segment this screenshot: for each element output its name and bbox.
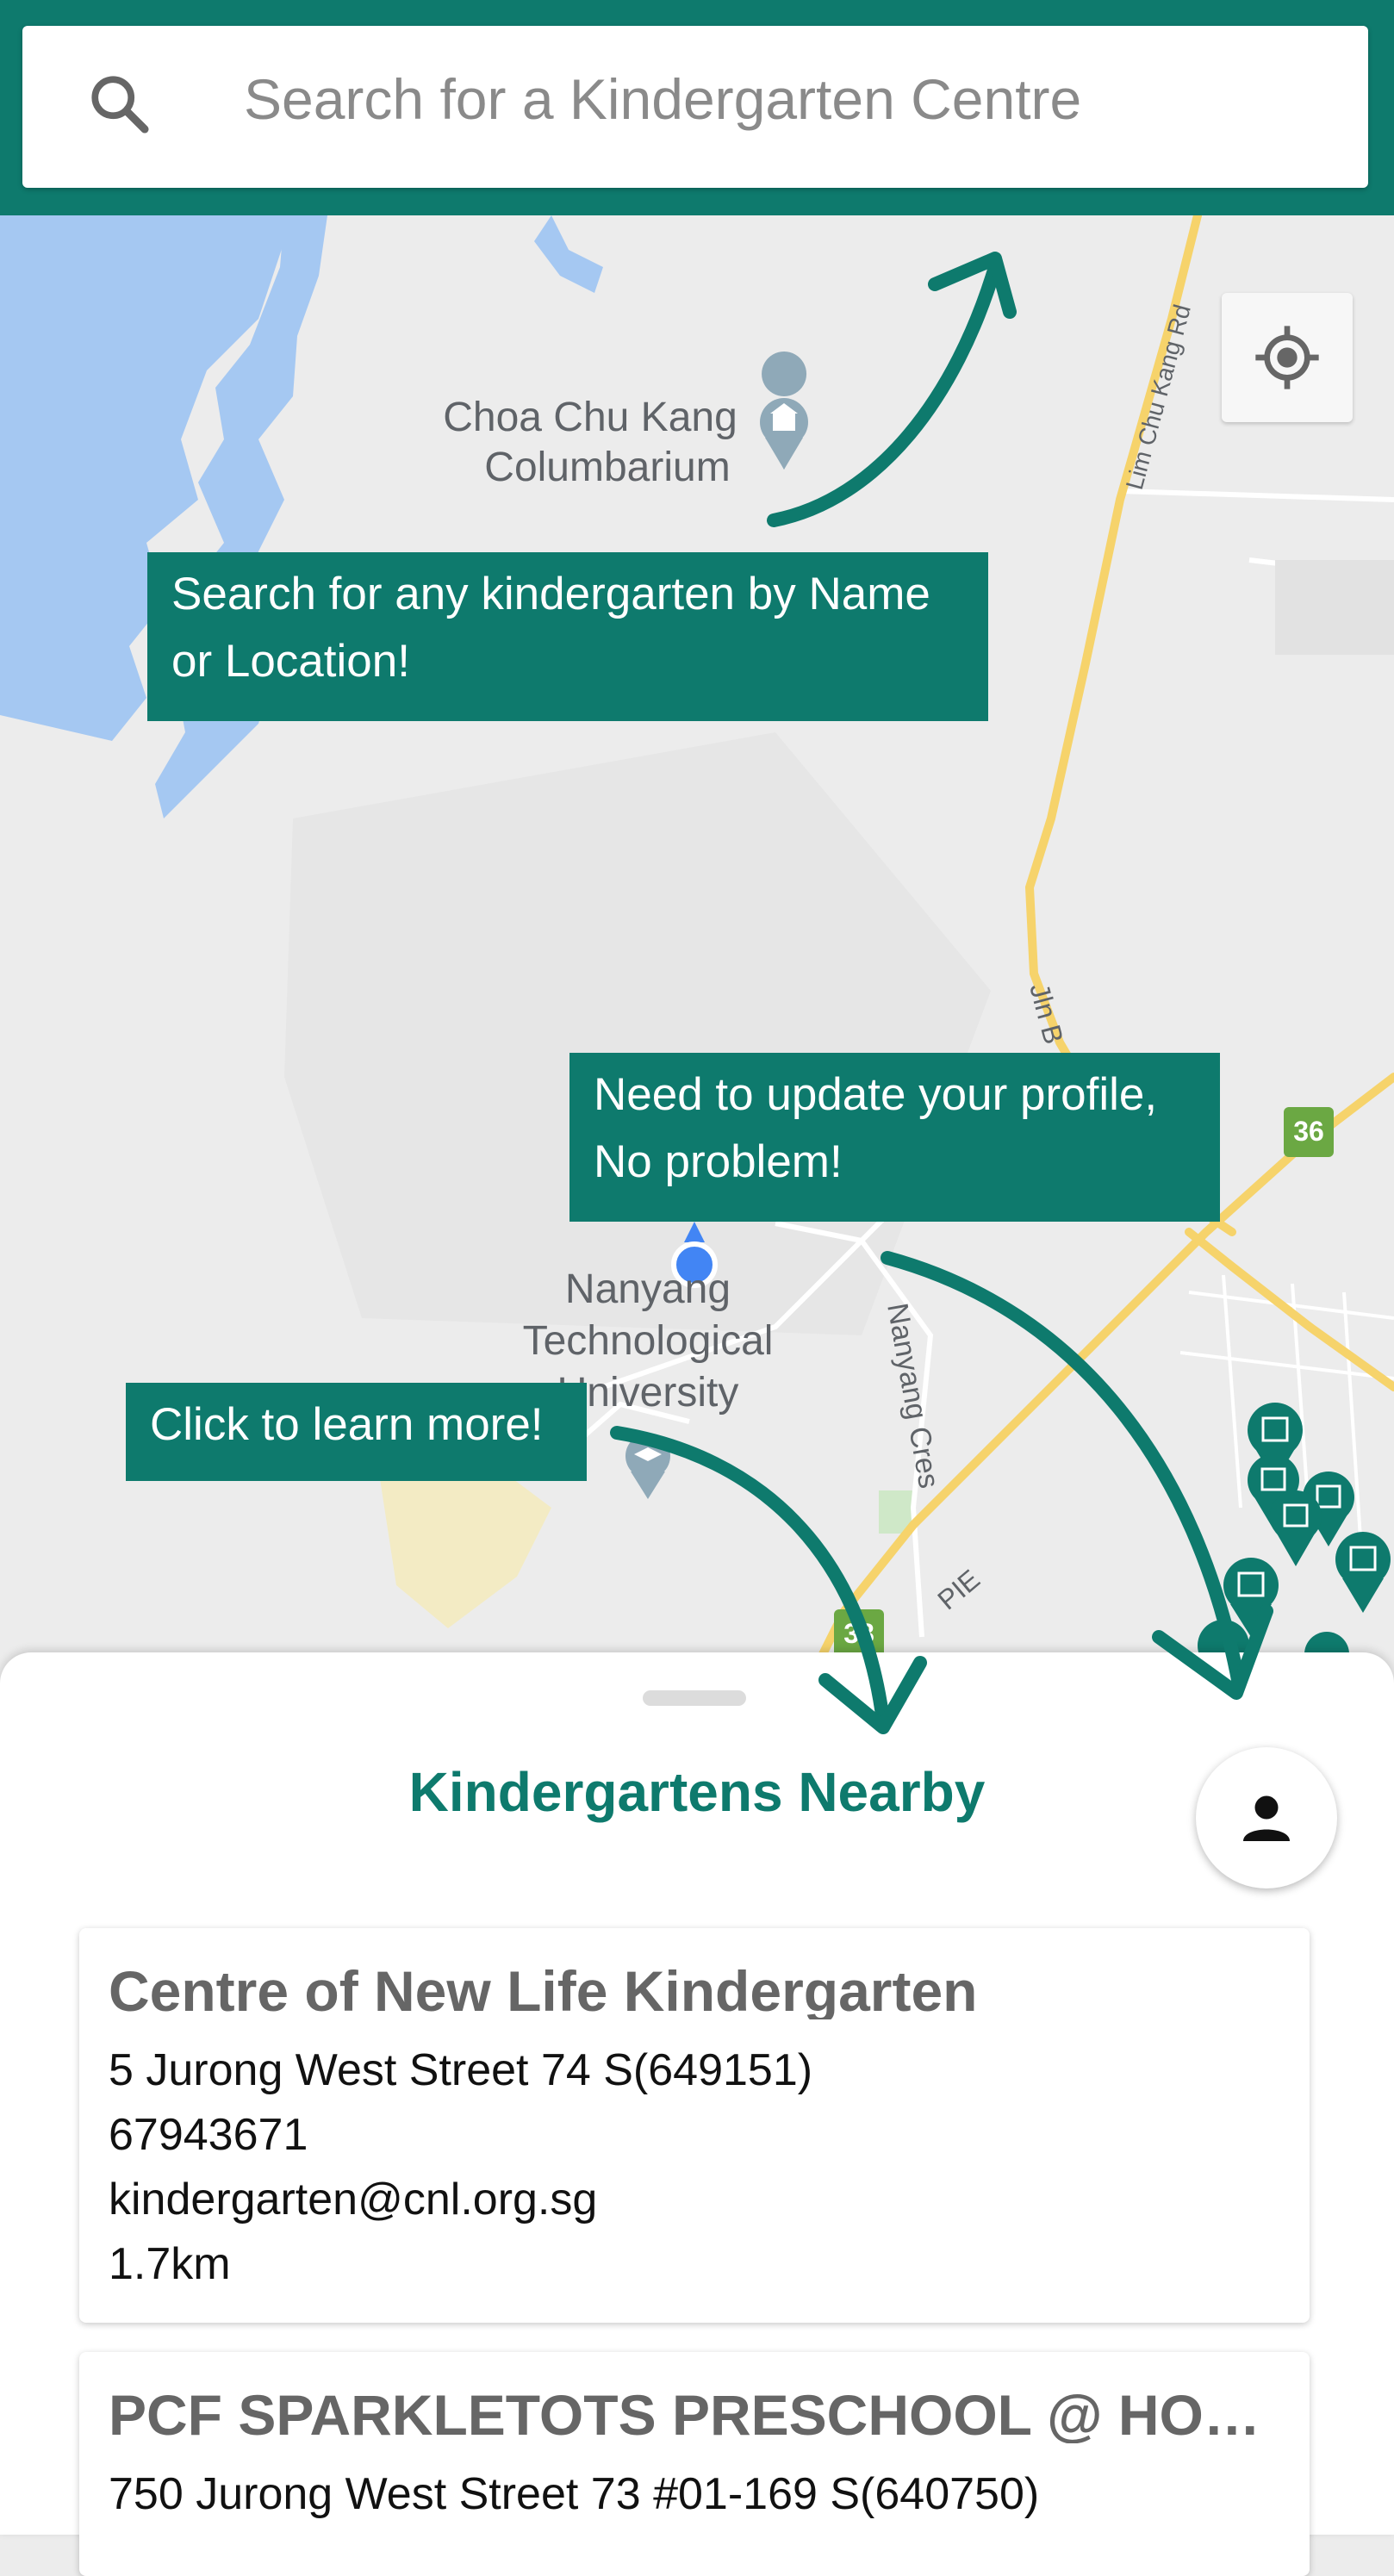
arrow-head-icon xyxy=(1152,1604,1273,1700)
tutorial-arrows xyxy=(610,252,1273,1734)
arrow-head-icon xyxy=(928,252,1017,319)
arrow-to-list xyxy=(610,1426,890,1728)
arrow-to-search xyxy=(767,260,1002,527)
arrow-to-profile xyxy=(881,1251,1246,1691)
